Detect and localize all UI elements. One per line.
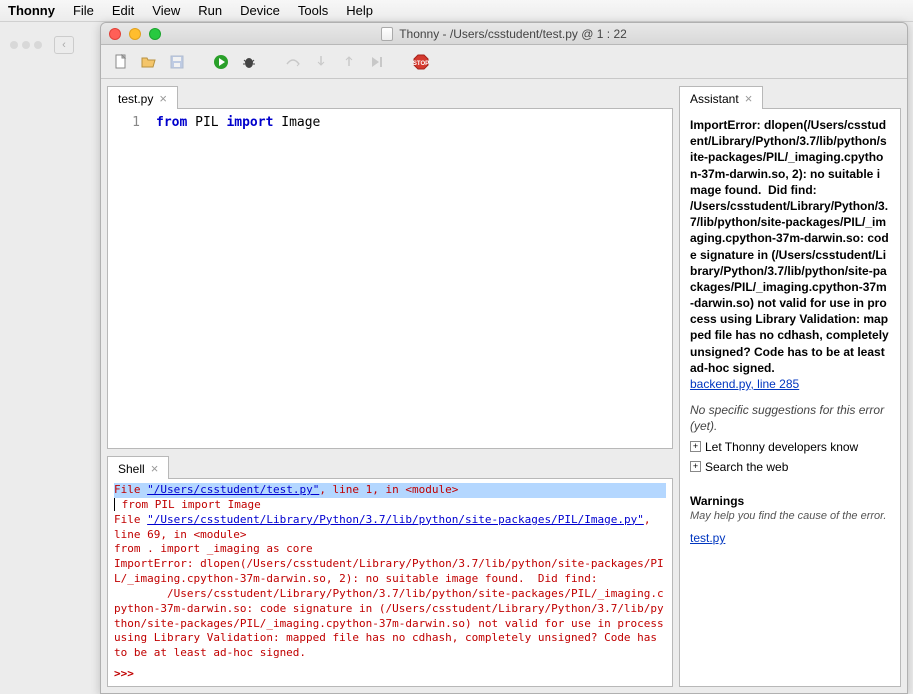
shell-text: from . import _imaging as core [114,542,666,557]
open-file-button[interactable] [139,52,159,72]
traceback-link[interactable]: "/Users/csstudent/test.py" [147,483,319,496]
stop-button[interactable]: STOP [411,52,431,72]
code-editor[interactable]: 1 from PIL import Image [108,109,672,448]
svg-text:STOP: STOP [413,61,429,67]
menu-help[interactable]: Help [346,3,373,18]
toolbar: STOP [101,45,907,79]
new-file-button[interactable] [111,52,131,72]
warnings-heading: Warnings [690,493,890,509]
thonny-window: Thonny - /Users/csstudent/test.py @ 1 : … [100,22,908,694]
shell-prompt[interactable]: >>> [114,667,134,680]
line-number-gutter: 1 [108,109,148,448]
bg-back-button: ‹ [54,36,74,54]
system-menubar: Thonny File Edit View Run Device Tools H… [0,0,913,22]
menu-view[interactable]: View [152,3,180,18]
keyword-import: import [226,115,273,130]
close-button[interactable] [109,28,121,40]
shell-text: from PIL import Image [115,498,261,511]
close-tab-icon[interactable]: × [745,92,753,105]
assistant-tab-label: Assistant [690,92,739,106]
save-file-button[interactable] [167,52,187,72]
step-out-button [339,52,359,72]
window-titlebar[interactable]: Thonny - /Users/csstudent/test.py @ 1 : … [101,23,907,45]
menu-edit[interactable]: Edit [112,3,134,18]
window-title: Thonny - /Users/csstudent/test.py @ 1 : … [399,27,627,41]
run-button[interactable] [211,52,231,72]
error-source-link[interactable]: backend.py, line 285 [690,377,799,391]
expand-toggle-icon[interactable]: + [690,441,701,452]
minimize-button[interactable] [129,28,141,40]
shell-tab-label: Shell [118,462,145,476]
editor-tab[interactable]: test.py × [107,86,178,110]
step-over-button [283,52,303,72]
menu-run[interactable]: Run [198,3,222,18]
close-tab-icon[interactable]: × [159,92,167,105]
editor-tab-label: test.py [118,92,153,106]
bg-traffic-light [34,41,42,49]
warning-file-link[interactable]: test.py [690,531,725,545]
class-name: Image [273,115,320,130]
shell-panel: Shell × File "/Users/csstudent/test.py",… [107,455,673,687]
no-suggestions-text: No specific suggestions for this error (… [690,402,890,434]
keyword-from: from [156,115,187,130]
menu-file[interactable]: File [73,3,94,18]
shell-tab[interactable]: Shell × [107,456,169,480]
warnings-subtext: May help you find the cause of the error… [690,509,890,524]
search-web-item[interactable]: Search the web [705,459,788,475]
maximize-button[interactable] [149,28,161,40]
shell-text: File [114,483,147,496]
debug-button[interactable] [239,52,259,72]
bg-traffic-light [10,41,18,49]
menu-tools[interactable]: Tools [298,3,328,18]
assistant-panel: Assistant × ImportError: dlopen(/Users/c… [679,85,901,687]
assistant-tab[interactable]: Assistant × [679,86,763,110]
let-developers-know-item[interactable]: Let Thonny developers know [705,439,858,455]
traceback-link[interactable]: "/Users/csstudent/Library/Python/3.7/lib… [147,513,644,526]
menu-device[interactable]: Device [240,3,280,18]
error-title: ImportError: [690,118,764,132]
assistant-content[interactable]: ImportError: dlopen(/Users/csstudent/Lib… [680,109,900,686]
document-icon [381,27,393,41]
background-window-nav: ‹ [0,30,100,60]
step-into-button [311,52,331,72]
shell-error: /Users/csstudent/Library/Python/3.7/lib/… [114,587,666,661]
error-detail: dlopen(/Users/csstudent/Library/Python/3… [690,118,892,375]
module-name: PIL [187,115,226,130]
editor-panel: test.py × 1 from PIL import Image [107,85,673,449]
resume-button [367,52,387,72]
close-tab-icon[interactable]: × [151,462,159,475]
shell-output[interactable]: File "/Users/csstudent/test.py", line 1,… [108,479,672,686]
bg-traffic-light [22,41,30,49]
shell-error: ImportError: dlopen(/Users/csstudent/Lib… [114,557,666,587]
app-menu[interactable]: Thonny [8,3,55,18]
expand-toggle-icon[interactable]: + [690,461,701,472]
